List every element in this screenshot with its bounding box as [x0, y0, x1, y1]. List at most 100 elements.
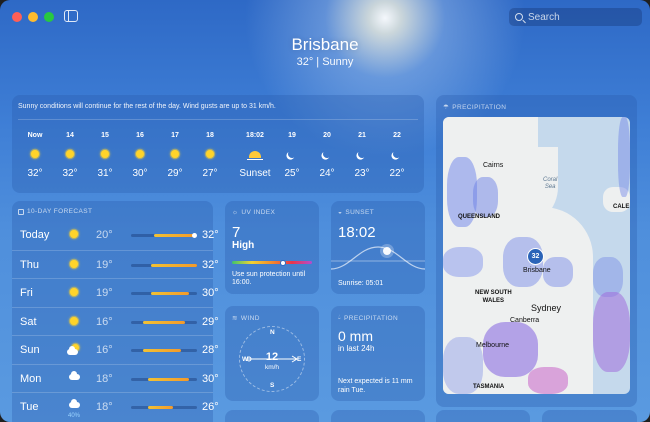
window-controls — [12, 12, 54, 22]
wind-small-icon: ≋ — [232, 315, 238, 322]
map-label-melbourne: Melbourne — [476, 342, 510, 349]
sidebar-toggle-icon[interactable] — [64, 10, 78, 22]
forecast-day: Thu — [20, 258, 39, 271]
hour-temp: 32° — [62, 168, 78, 179]
uv-title: ☼ UV INDEX — [232, 209, 275, 216]
hour-time: 20 — [323, 132, 331, 139]
forecast-day: Tue — [20, 401, 39, 413]
map-label-coral-sea: Coral Sea — [543, 177, 558, 191]
map-label-cale: CALE — [613, 204, 630, 210]
hour-item: 20 24° — [310, 132, 344, 179]
temperature-range-fill — [142, 349, 182, 352]
temperature-range-fill — [142, 320, 186, 324]
zoom-button[interactable] — [44, 12, 54, 22]
wind-card: ≋ WIND N E S W 12 km/h — [225, 306, 319, 401]
forecast-row[interactable]: Mon 18° 30° — [12, 363, 219, 393]
sun-icon — [206, 150, 214, 158]
hour-time: 15 — [101, 132, 109, 139]
hourly-summary: Sunny conditions will continue for the r… — [18, 103, 276, 110]
calendar-icon — [18, 208, 24, 215]
umbrella-icon: ☂ — [443, 104, 450, 111]
moon-icon — [392, 149, 402, 159]
forecast-row[interactable]: Tue 18° 26° 40% — [12, 392, 219, 421]
map-label-canberra: Canberra — [510, 317, 540, 324]
weather-window: Search Brisbane 32° | Sunny Sunny condit… — [0, 0, 650, 422]
uv-level: High — [232, 240, 255, 251]
precipitation-map[interactable]: Cairns Coral Sea QUEENSLAND CALE 32 Bris… — [443, 117, 630, 394]
location-pin[interactable]: 32 — [527, 248, 544, 265]
radar-title-label: PRECIPITATION — [452, 103, 507, 111]
map-label-tasmania: TASMANIA — [473, 384, 505, 390]
forecast-row[interactable]: Today 20° 32° — [12, 221, 219, 250]
hour-item: 18 27° — [193, 132, 227, 179]
sun-icon — [70, 288, 78, 296]
map-label-cairns: Cairns — [483, 162, 504, 169]
forecast-day: Fri — [20, 287, 33, 299]
uv-index-card: ☼ UV INDEX 7 High Use sun protection unt… — [225, 201, 319, 294]
hour-time: 16 — [136, 132, 144, 139]
sun-path-graph — [331, 244, 425, 270]
sun-icon — [136, 150, 144, 158]
hour-temp: 30° — [132, 168, 148, 179]
forecast-low: 18° — [96, 372, 113, 385]
forecast-row[interactable]: Fri 19° 30° — [12, 278, 219, 307]
city-name: Brisbane — [291, 35, 359, 54]
current-condition: 32° | Sunny — [296, 56, 354, 68]
hour-temp: 23° — [354, 168, 370, 179]
hour-item: 22 22° — [380, 132, 414, 179]
sunrise-time: Sunrise: 05:01 — [338, 280, 384, 287]
hour-time: 18 — [206, 132, 214, 139]
temperature-range-bar — [131, 406, 197, 409]
hourly-forecast-card: Sunny conditions will continue for the r… — [12, 95, 424, 193]
search-field[interactable]: Search — [509, 8, 642, 26]
temperature-range-fill — [148, 377, 190, 381]
partly-cloudy-icon — [67, 344, 81, 355]
hour-time: 17 — [171, 132, 179, 139]
hour-time: 18:02 — [246, 132, 264, 139]
map-label-brisbane: Brisbane — [523, 267, 551, 274]
hour-item: 16 30° — [123, 132, 157, 179]
map-label-sydney: Sydney — [531, 303, 562, 313]
hour-temp: 22° — [389, 168, 405, 179]
uv-scale-bar — [232, 259, 312, 266]
wind-compass: N E S W 12 km/h — [239, 326, 305, 392]
forecast-low: 19° — [96, 258, 113, 271]
forecast-low: 16° — [96, 344, 113, 356]
uv-note: Use sun protection until 16:00. — [232, 271, 306, 287]
hour-temp: 29° — [167, 168, 183, 179]
hour-item: 19 25° — [275, 132, 309, 179]
hour-item: 21 23° — [345, 132, 379, 179]
cloud-icon — [68, 370, 80, 380]
close-button[interactable] — [12, 12, 22, 22]
hour-temp: 32° — [27, 168, 43, 179]
sunset-title: ◒ SUNSET — [338, 209, 374, 216]
sun-icon — [101, 150, 109, 158]
forecast-row[interactable]: Sun 16° 28° — [12, 335, 219, 364]
hour-time: 14 — [66, 132, 74, 139]
forecast-low: 20° — [96, 229, 113, 241]
hour-temp: 27° — [202, 168, 218, 179]
minimize-button[interactable] — [28, 12, 38, 22]
droplet-icon: 💧︎ — [338, 314, 341, 321]
forecast-row[interactable]: Thu 19° 32° — [12, 249, 219, 279]
forecast-day: Mon — [20, 372, 42, 385]
forecast-high: 28° — [202, 344, 219, 356]
wind-title: ≋ WIND — [232, 314, 260, 323]
sun-icon — [70, 230, 78, 238]
radar-title: ☂ PRECIPITATION — [443, 103, 507, 112]
hour-item: 18:02 Sunset — [235, 132, 275, 179]
partial-card — [331, 410, 425, 422]
sun-icon — [31, 150, 39, 158]
sunset-small-icon: ◒ — [338, 209, 343, 216]
current-temp-dot — [192, 232, 198, 238]
hour-temp: 24° — [319, 168, 335, 179]
moon-icon — [322, 149, 332, 159]
forecast-low: 18° — [96, 401, 113, 413]
forecast-day: Sat — [20, 315, 37, 328]
uv-indicator — [280, 259, 287, 266]
hour-time: Now — [27, 132, 43, 139]
forecast-row[interactable]: Sat 16° 29° — [12, 306, 219, 336]
hour-temp: 25° — [284, 168, 300, 179]
precipitation-map-card[interactable]: ☂ PRECIPITATION Cairns Coral Sea QUEENSL… — [436, 95, 637, 407]
forecast-high: 32° — [202, 258, 219, 271]
